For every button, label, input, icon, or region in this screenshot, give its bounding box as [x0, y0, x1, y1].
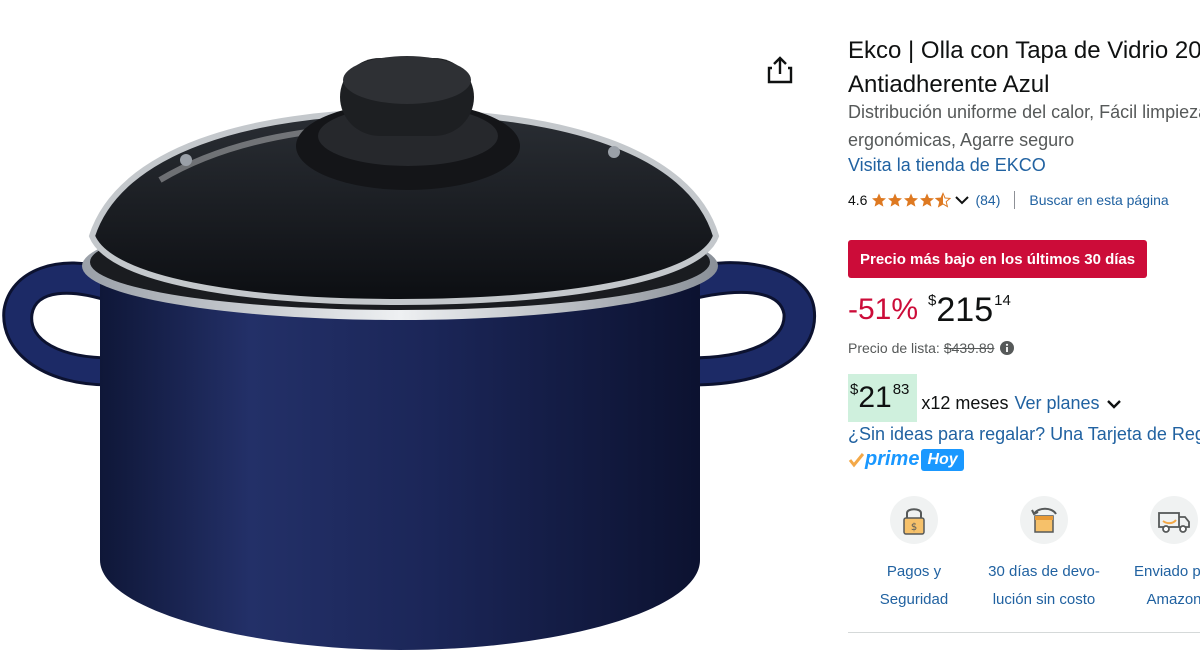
installments-row: $ 21 83 x12 meses Ver planes: [848, 374, 1122, 422]
section-divider: [848, 632, 1200, 633]
star-icon: [920, 193, 935, 207]
info-icon[interactable]: [1000, 341, 1015, 355]
discount-percent: -51%: [848, 293, 919, 326]
share-icon: [767, 56, 793, 84]
prime-badge: prime Hoy: [848, 448, 964, 471]
feature-label-line2: lución sin costo: [992, 591, 1096, 608]
installment-currency: $: [850, 381, 859, 398]
gift-card-link[interactable]: ¿Sin ideas para regalar? Una Tarjeta de …: [848, 424, 1200, 445]
prime-logo: prime: [848, 448, 919, 471]
divider: [1014, 191, 1016, 209]
rating-dropdown[interactable]: [955, 195, 970, 205]
star-icon: [872, 193, 887, 207]
share-button[interactable]: [762, 52, 798, 88]
installment-fraction: 83: [892, 381, 910, 398]
list-price: Precio de lista: $439.89: [848, 340, 1015, 356]
price-row: -51% $ 215 14: [848, 288, 1011, 332]
product-subtitle: Distribución uniforme del calor, Fácil l…: [848, 98, 1200, 154]
prime-check-icon: [848, 452, 864, 467]
secure-payment-icon: $: [890, 496, 938, 544]
view-plans-link[interactable]: Ver planes: [1014, 393, 1099, 414]
svg-text:$: $: [911, 522, 917, 533]
list-price-label: Precio de lista:: [848, 340, 940, 356]
star-icon: [888, 193, 903, 207]
half-star-icon: [935, 192, 952, 208]
deal-badge: Precio más bajo en los últimos 30 días: [848, 240, 1148, 278]
star-icon: [904, 193, 919, 207]
list-price-value: $439.89: [943, 340, 995, 356]
product-image-panel[interactable]: [0, 0, 830, 664]
installment-whole: 21: [858, 381, 892, 414]
feature-label-line1: Enviado por: [1133, 563, 1200, 580]
plans-dropdown[interactable]: [1106, 398, 1122, 410]
review-count-link[interactable]: (84): [975, 192, 1000, 208]
chevron-down-icon: [1106, 400, 1121, 409]
product-title[interactable]: Ekco | Olla con Tapa de Vidrio 20 Antiad…: [848, 34, 1200, 102]
delivery-truck-icon: [1150, 496, 1198, 544]
feature-label-line2: Seguridad: [879, 591, 949, 608]
star-rating[interactable]: [871, 192, 952, 208]
price-whole: 215: [936, 291, 994, 329]
store-link[interactable]: Visita la tienda de EKCO: [848, 155, 1046, 176]
subtitle-line2: ergonómicas, Agarre seguro: [848, 130, 1075, 150]
product-details: Ekco | Olla con Tapa de Vidrio 20 Antiad…: [848, 30, 1200, 664]
feature-label-line2: Amazon: [1146, 591, 1200, 608]
return-box-icon: [1020, 496, 1068, 544]
product-title-line2: Antiadherente Azul: [848, 71, 1050, 98]
today-badge: Hoy: [921, 448, 964, 471]
rating-row: 4.6 (84) Buscar en esta página: [848, 190, 1169, 210]
feature-label-line1: 30 días de devo-: [988, 563, 1100, 580]
feature-return-policy[interactable]: 30 días de devo- lución sin costo: [984, 496, 1104, 614]
product-image[interactable]: [0, 40, 830, 664]
feature-icons: $ Pagos y Seguridad 30 días de devo- luc…: [848, 496, 1200, 616]
feature-secure-payment[interactable]: $ Pagos y Seguridad: [854, 496, 974, 614]
chevron-down-icon: [955, 196, 970, 205]
product-title-line1: Ekco | Olla con Tapa de Vidrio 20: [848, 37, 1200, 64]
prime-logo-text: prime: [865, 448, 920, 470]
price-fraction: 14: [994, 292, 1011, 309]
price-currency: $: [928, 292, 937, 309]
installment-price: $ 21 83: [848, 374, 918, 422]
feature-label-line1: Pagos y: [886, 563, 942, 580]
feature-shipped-by-amazon[interactable]: Enviado por Amazon: [1114, 496, 1200, 614]
installment-months: x12 meses: [921, 392, 1009, 413]
search-page-link[interactable]: Buscar en esta página: [1029, 192, 1168, 208]
subtitle-line1: Distribución uniforme del calor, Fácil l…: [848, 102, 1200, 122]
rating-value: 4.6: [848, 192, 868, 208]
